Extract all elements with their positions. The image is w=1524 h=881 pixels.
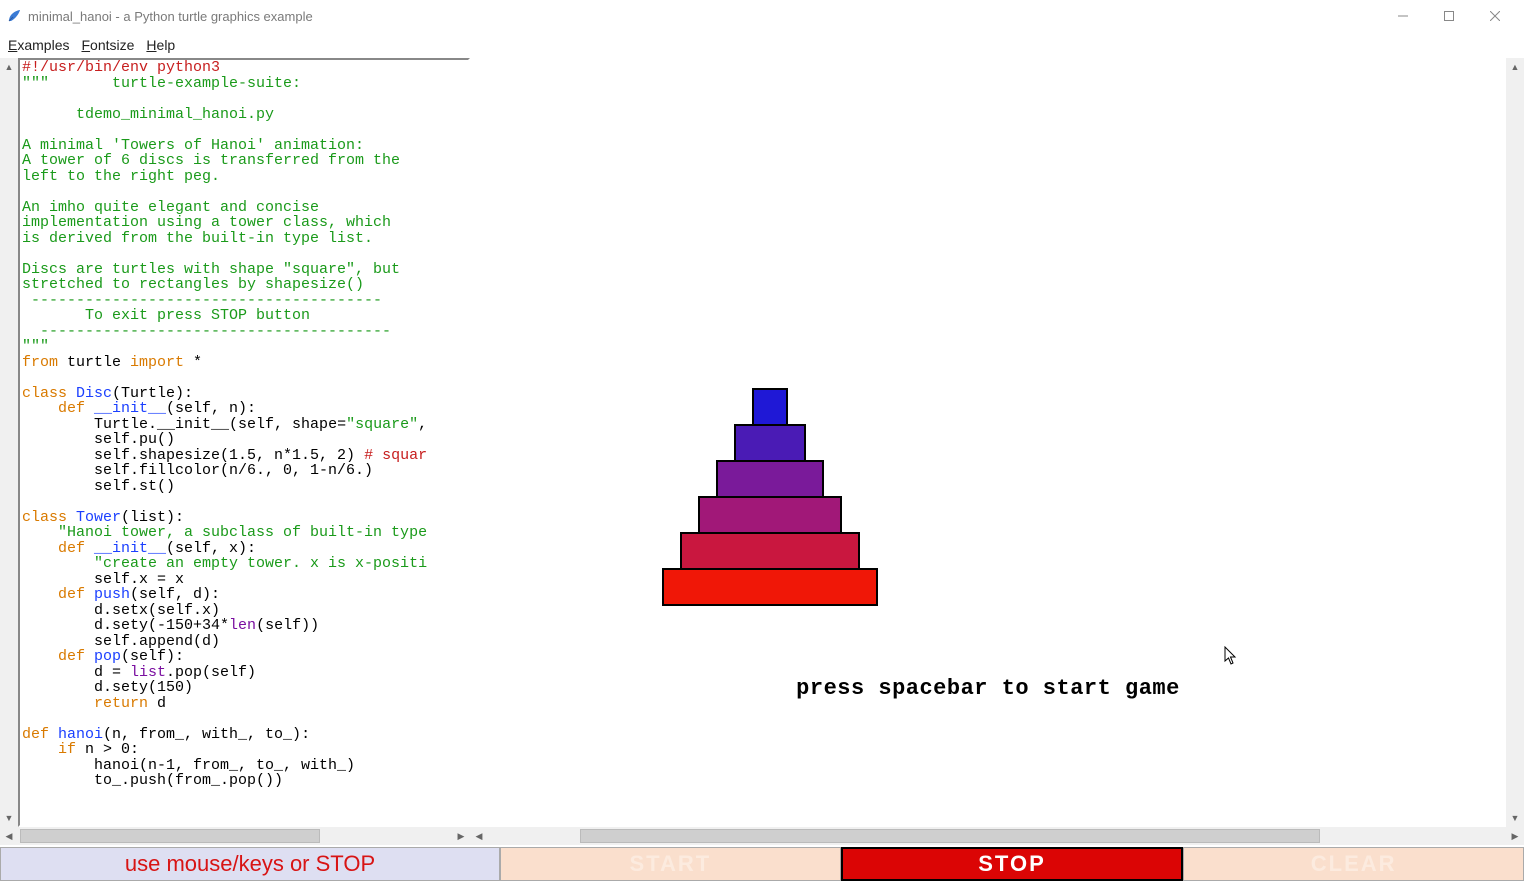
menubar: Examples Fontsize Help <box>0 32 1524 58</box>
hanoi-disc <box>752 388 788 426</box>
scroll-up-icon[interactable]: ▲ <box>1506 58 1524 76</box>
scroll-left-icon[interactable]: ◀ <box>470 827 488 845</box>
scroll-left-icon[interactable]: ◀ <box>0 827 18 845</box>
minimize-icon <box>1398 11 1408 21</box>
canvas-hscroll[interactable]: ◀ ▶ <box>470 827 1524 845</box>
status-panel: use mouse/keys or STOP <box>0 847 500 881</box>
maximize-button[interactable] <box>1426 0 1472 32</box>
code-pane: ▲ ▼ #!/usr/bin/env python3 """ turtle-ex… <box>0 58 470 845</box>
close-icon <box>1490 11 1500 21</box>
menu-fontsize[interactable]: Fontsize <box>81 37 134 53</box>
scroll-up-icon[interactable]: ▲ <box>0 58 18 76</box>
stop-button[interactable]: STOP <box>841 847 1184 881</box>
hanoi-disc <box>716 460 824 498</box>
hanoi-disc <box>698 496 842 534</box>
main-area: ▲ ▼ #!/usr/bin/env python3 """ turtle-ex… <box>0 58 1524 845</box>
canvas-hscroll-thumb[interactable] <box>580 829 1320 843</box>
canvas-pane: press spacebar to start game ▲ ▼ ◀ ▶ <box>470 58 1524 845</box>
menu-examples[interactable]: Examples <box>8 37 69 53</box>
hanoi-disc <box>662 568 878 606</box>
app-icon <box>6 8 22 24</box>
code-text: #!/usr/bin/env python3 """ turtle-exampl… <box>20 60 468 789</box>
maximize-icon <box>1444 11 1454 21</box>
menu-help[interactable]: Help <box>146 37 175 53</box>
close-button[interactable] <box>1472 0 1518 32</box>
scroll-right-icon[interactable]: ▶ <box>1506 827 1524 845</box>
scroll-down-icon[interactable]: ▼ <box>1506 809 1524 827</box>
code-hscroll[interactable]: ◀ ▶ <box>0 827 470 845</box>
mouse-cursor-icon <box>1224 646 1238 666</box>
hanoi-disc <box>680 532 860 570</box>
start-button[interactable]: START <box>500 847 841 881</box>
scroll-down-icon[interactable]: ▼ <box>0 809 18 827</box>
clear-button[interactable]: CLEAR <box>1183 847 1524 881</box>
canvas-vscroll[interactable]: ▲ ▼ <box>1506 58 1524 827</box>
bottom-bar: use mouse/keys or STOP START STOP CLEAR <box>0 845 1524 881</box>
hanoi-tower <box>662 388 878 606</box>
code-hscroll-thumb[interactable] <box>20 829 320 843</box>
window-title: minimal_hanoi - a Python turtle graphics… <box>28 9 313 24</box>
turtle-canvas[interactable]: press spacebar to start game <box>470 58 1506 827</box>
code-editor[interactable]: #!/usr/bin/env python3 """ turtle-exampl… <box>18 58 470 827</box>
titlebar: minimal_hanoi - a Python turtle graphics… <box>0 0 1524 32</box>
code-vscroll[interactable]: ▲ ▼ <box>0 58 18 827</box>
minimize-button[interactable] <box>1380 0 1426 32</box>
canvas-message: press spacebar to start game <box>796 676 1180 701</box>
scroll-right-icon[interactable]: ▶ <box>452 827 470 845</box>
hanoi-disc <box>734 424 806 462</box>
